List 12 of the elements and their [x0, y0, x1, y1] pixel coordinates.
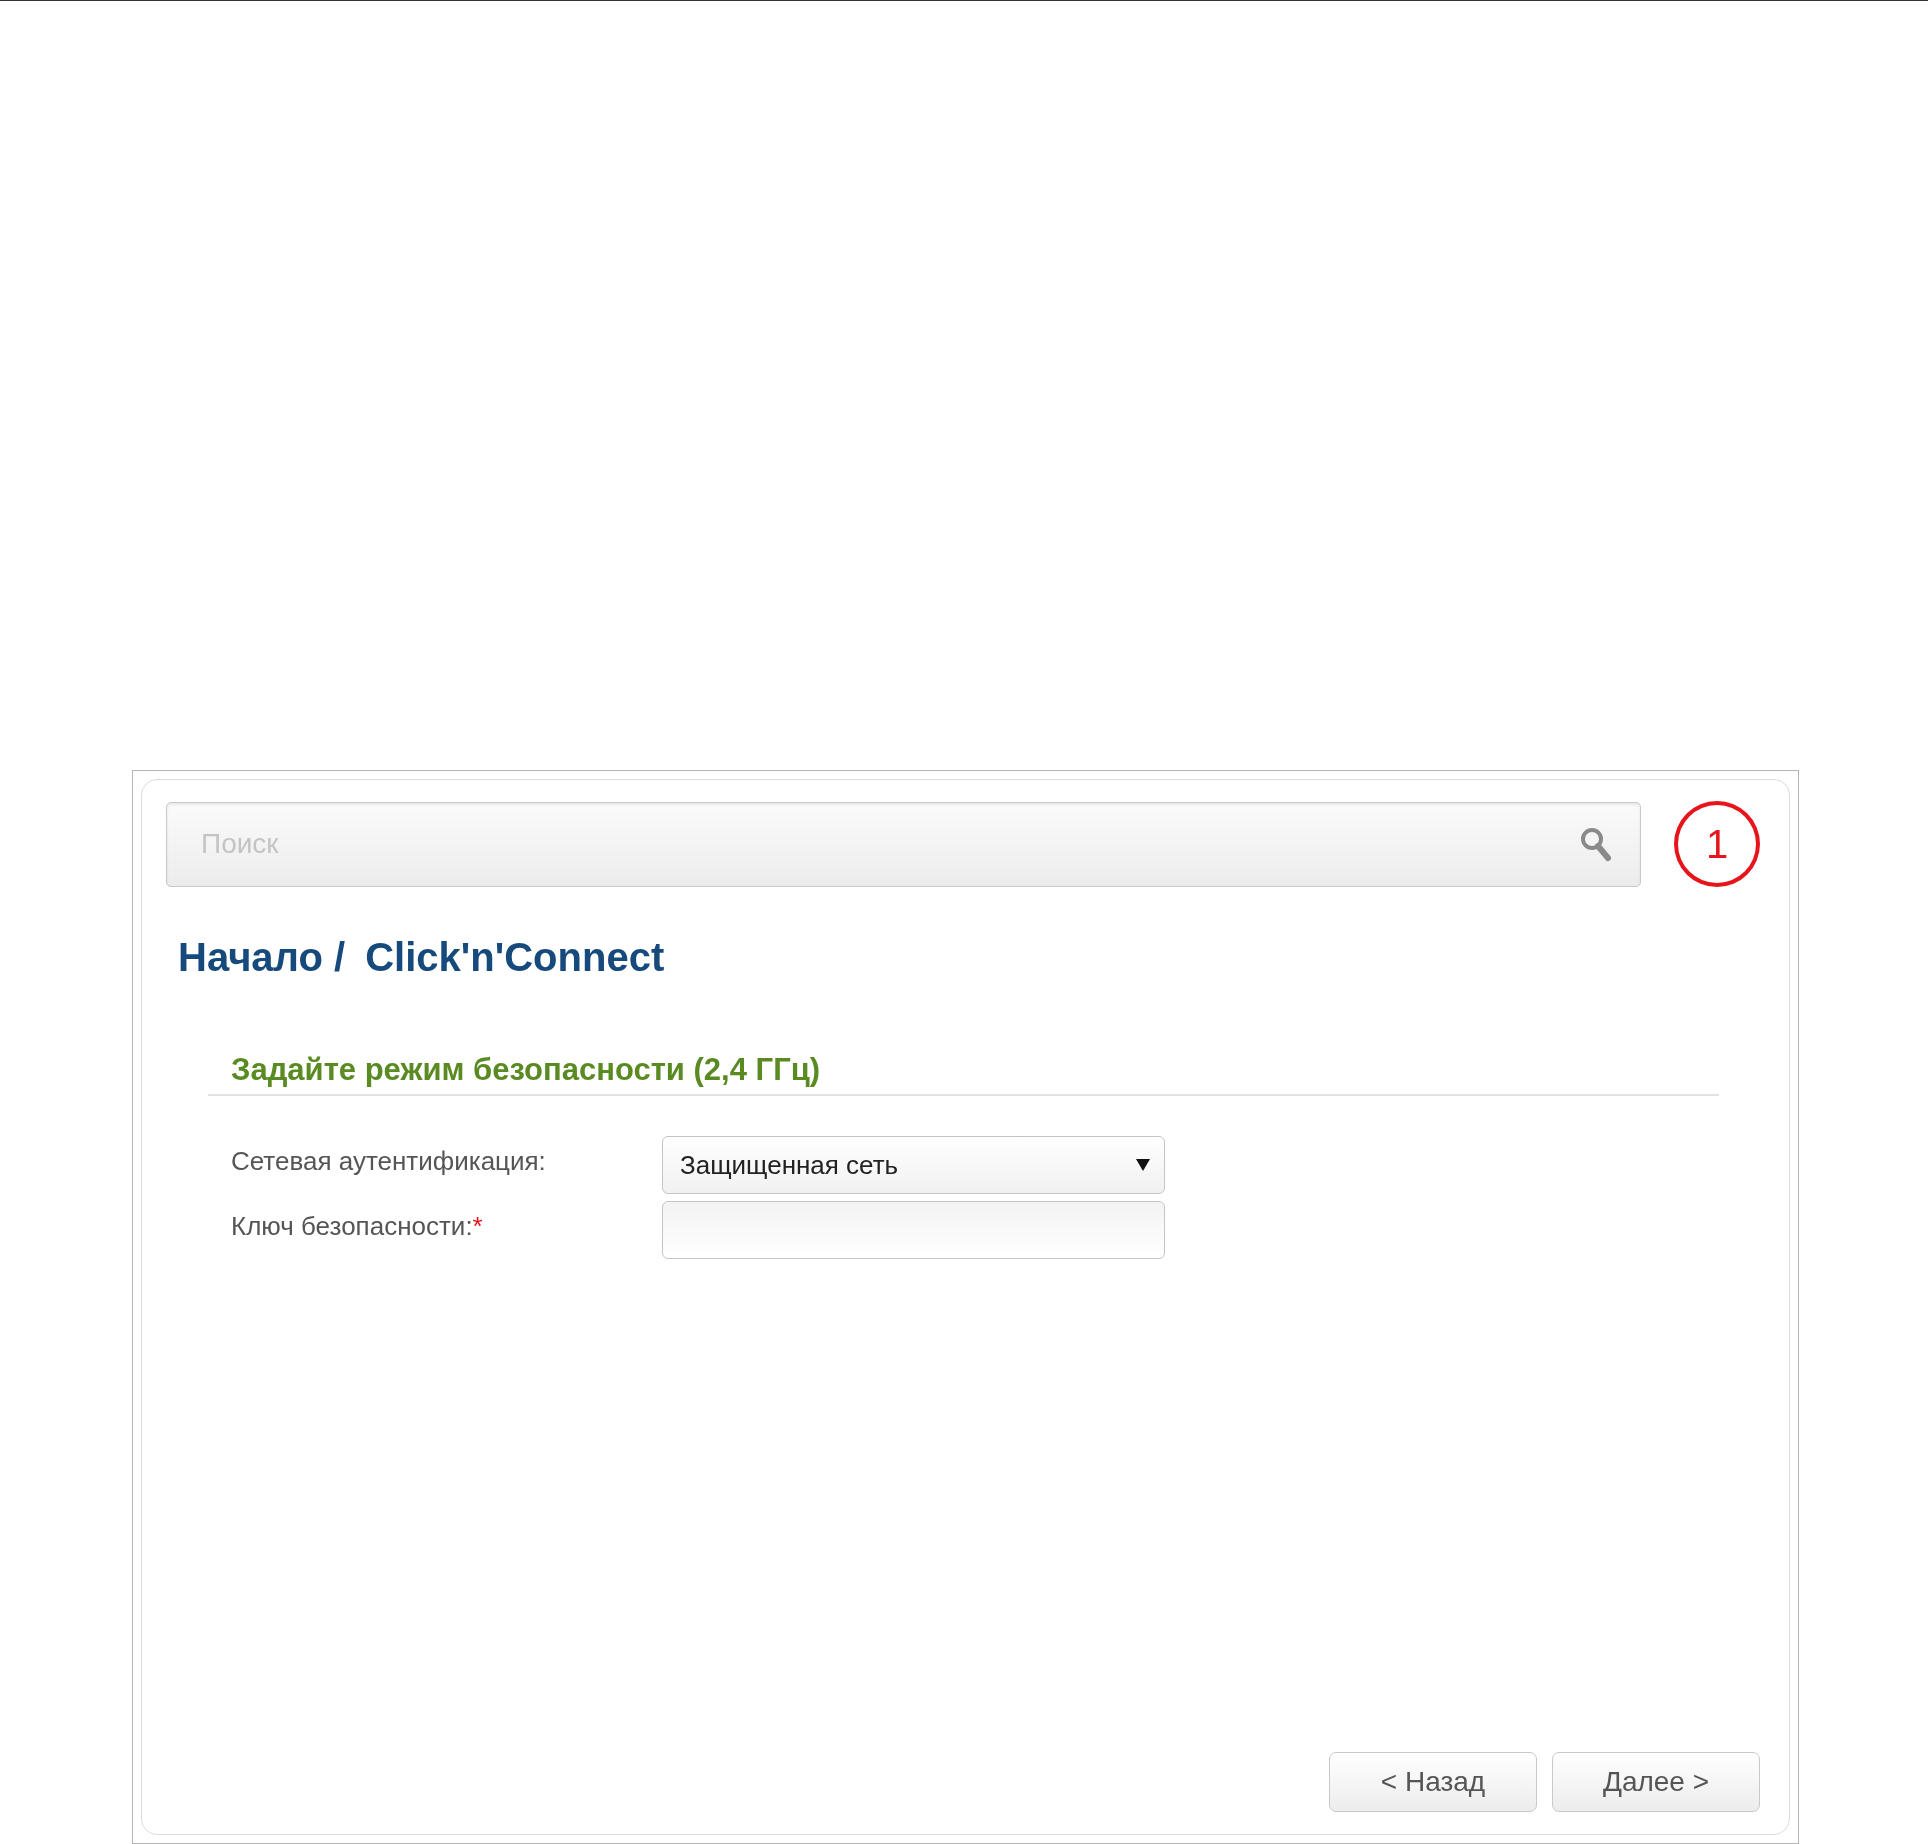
field-label: Сетевая аутентификация: — [231, 1145, 547, 1178]
breadcrumb-link[interactable]: Начало / — [178, 935, 346, 980]
back-button[interactable]: < Назад — [1329, 1752, 1537, 1812]
dropdown[interactable]: Защищенная сеть — [662, 1136, 1165, 1194]
callout-number: 1 — [1674, 801, 1760, 887]
section-heading: Задайте режим безопасности (2,4 ГГц) — [208, 1052, 1719, 1096]
next-button[interactable]: Далее > — [1552, 1752, 1760, 1812]
caret-icon — [1136, 1159, 1150, 1171]
search-icon — [1579, 825, 1614, 862]
page-title: Click'n'Connect — [365, 935, 665, 980]
field-label: Ключ безопасности:* — [231, 1210, 484, 1243]
input-field[interactable] — [662, 1201, 1165, 1259]
